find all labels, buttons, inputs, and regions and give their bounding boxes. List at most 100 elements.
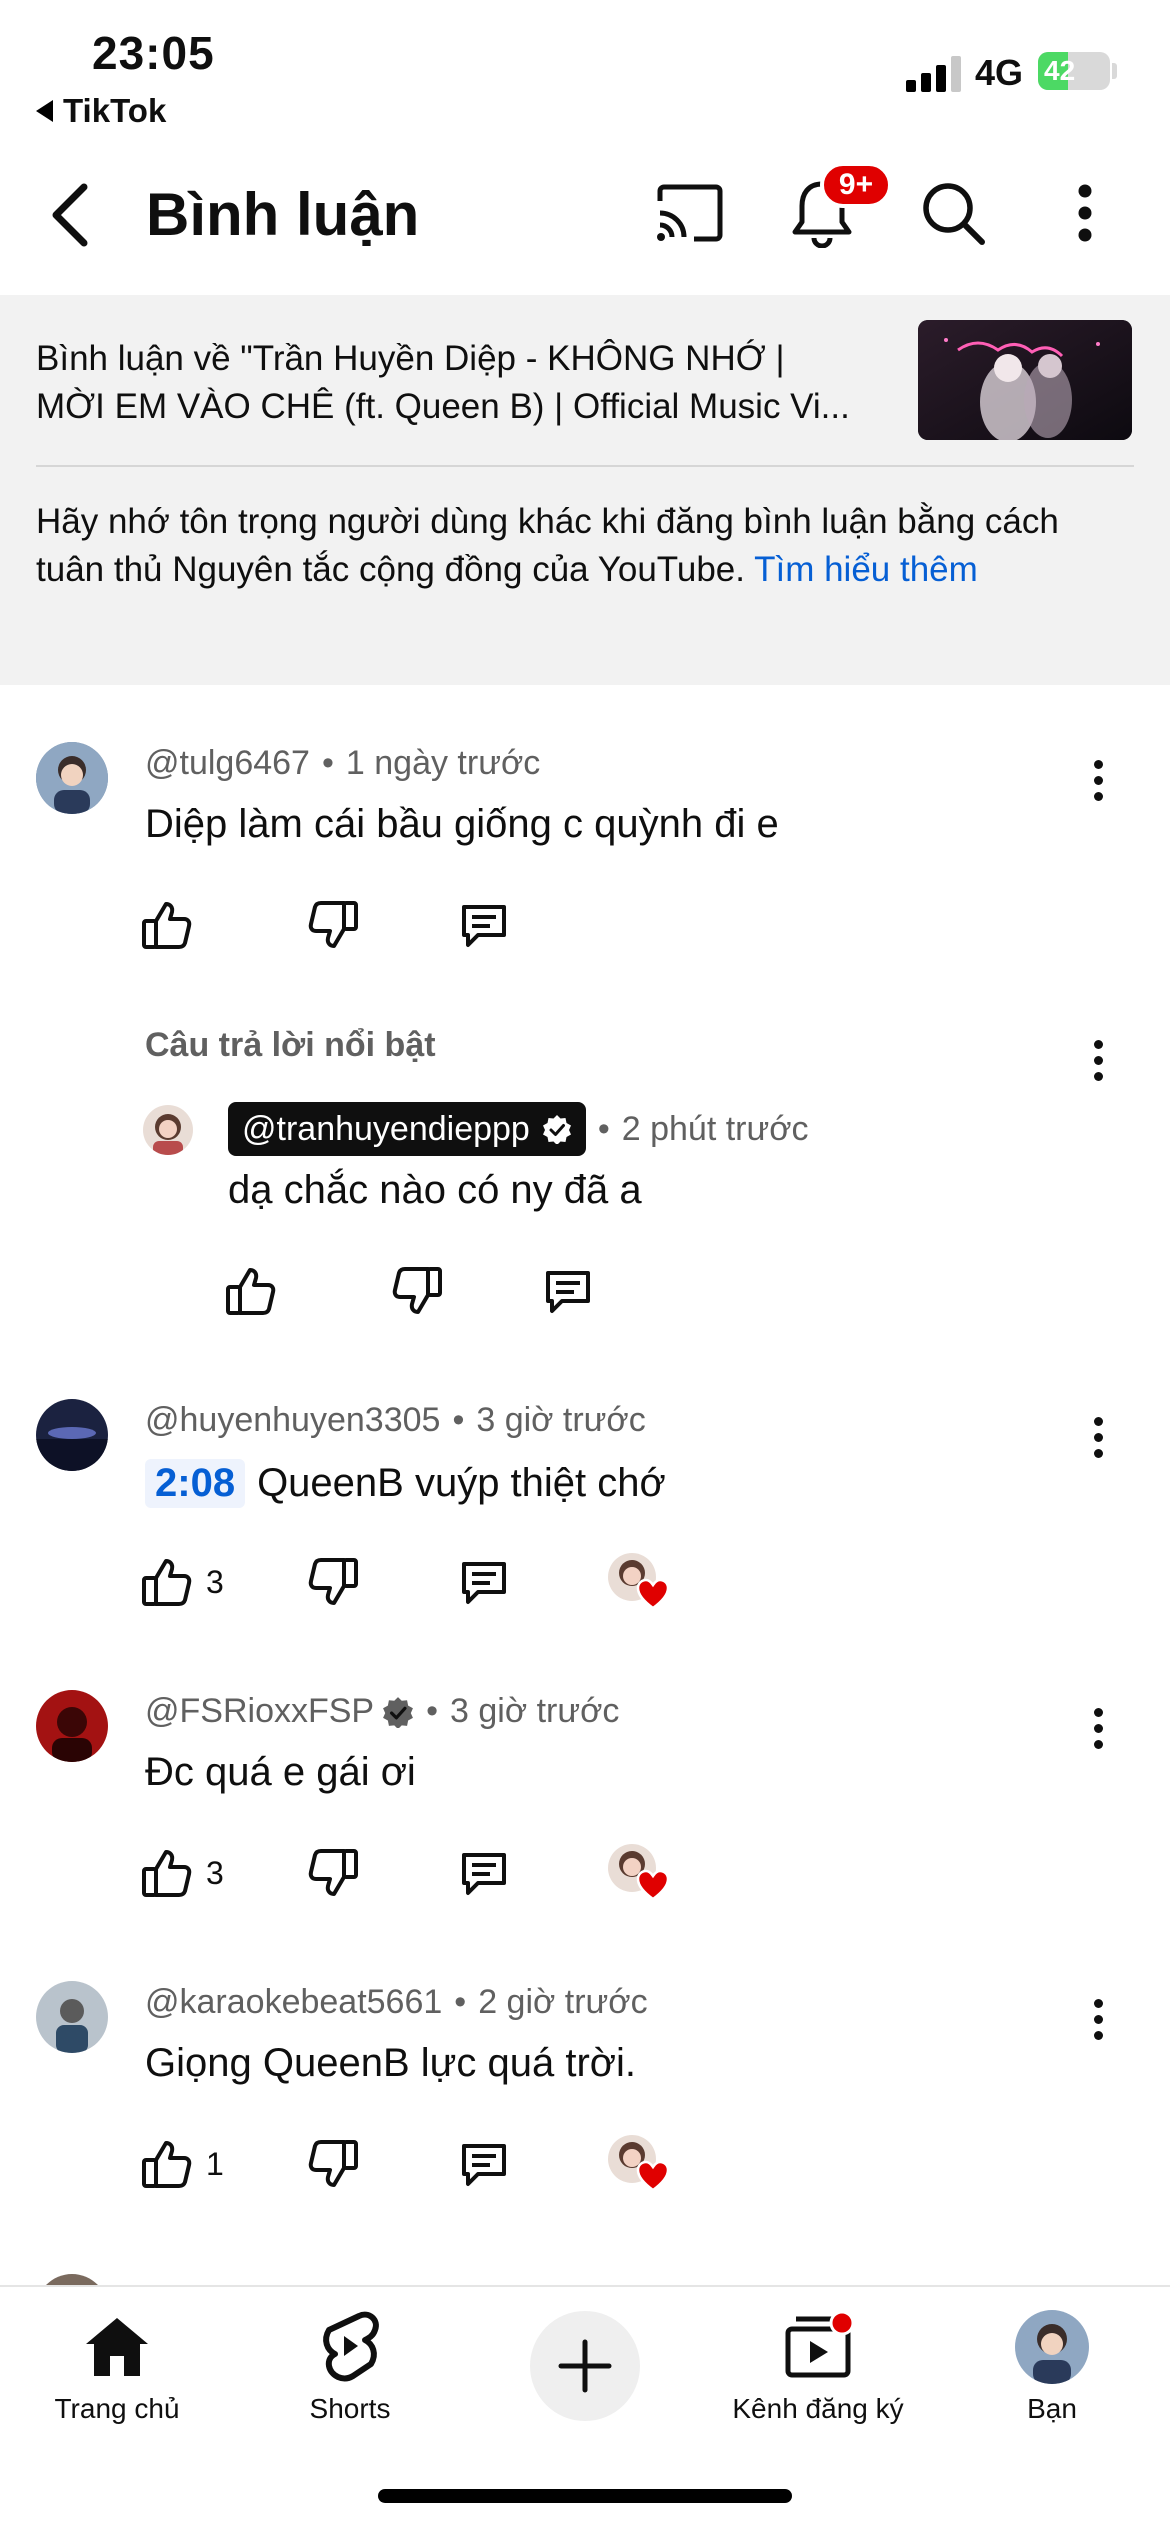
avatar-image xyxy=(36,1981,108,2053)
reply-icon xyxy=(458,1556,510,1608)
nav-shorts-label: Shorts xyxy=(309,2393,391,2424)
nav-home[interactable]: Trang chủ xyxy=(17,2307,217,2425)
comment-more-button[interactable] xyxy=(1080,1989,1116,2049)
video-timestamp-link[interactable]: 2:08 xyxy=(145,1459,246,1508)
reply-button[interactable] xyxy=(458,890,510,960)
comment-text-content: QueenB vuýp thiệt chớ xyxy=(257,1461,666,1505)
comment-thread: @karaokebeat5661 • 2 giờ trước Giọng Que… xyxy=(0,1979,1170,2199)
avatar[interactable] xyxy=(36,742,108,814)
reply-avatar[interactable] xyxy=(143,1105,193,1155)
reply-time: 2 phút trước xyxy=(621,1109,809,1148)
comment-time: 3 giờ trước xyxy=(476,1401,646,1439)
like-button[interactable]: 3 xyxy=(140,1547,224,1617)
dislike-button[interactable] xyxy=(308,2129,360,2199)
nav-you-label: Bạn xyxy=(1027,2393,1077,2424)
video-title-line-2: MỜI EM VÀO CHÊ (ft. Queen B) | Official … xyxy=(36,387,850,426)
battery-icon: 42 xyxy=(1038,52,1110,90)
reply-icon xyxy=(458,899,510,951)
reply-actions xyxy=(224,1256,924,1326)
nav-you[interactable]: Bạn xyxy=(952,2307,1152,2425)
comment-meta: @tulg6467 • 1 ngày trước xyxy=(145,744,541,783)
home-icon xyxy=(86,2318,148,2376)
avatar[interactable] xyxy=(36,1690,108,1762)
like-icon xyxy=(140,2138,192,2190)
comment-author[interactable]: @karaokebeat5661 xyxy=(145,1983,442,2022)
comment-meta: @huyenhuyen3305 • 3 giờ trước xyxy=(145,1401,646,1440)
battery-percent: 42 xyxy=(1044,55,1076,86)
comment-author[interactable]: @tulg6467 xyxy=(145,744,310,783)
reply-author: @tranhuyendieppp xyxy=(242,1109,530,1148)
creator-heart-badge xyxy=(608,1844,668,1904)
dislike-button[interactable] xyxy=(308,1838,360,1908)
reply-dislike-button[interactable] xyxy=(392,1256,444,1326)
back-app-label: TikTok xyxy=(63,92,167,129)
comment-actions: 1 xyxy=(140,2129,840,2199)
comment-more-button[interactable] xyxy=(1080,1698,1116,1758)
reply-reply-button[interactable] xyxy=(542,1256,594,1326)
comment-more-button[interactable] xyxy=(1080,1407,1116,1467)
learn-more-link[interactable]: Tìm hiểu thêm xyxy=(754,550,978,589)
comment-thread: @tulg6467 • 1 ngày trước Diệp làm cái bầ… xyxy=(0,740,1170,1300)
more-vert-icon xyxy=(1078,184,1092,242)
avatar[interactable] xyxy=(36,1981,108,2053)
comment-more-button[interactable] xyxy=(1080,750,1116,810)
dislike-icon xyxy=(308,1556,360,1608)
verified-icon xyxy=(542,1114,572,1144)
comment-meta: @karaokebeat5661 • 2 giờ trước xyxy=(145,1983,648,2022)
search-button[interactable] xyxy=(908,168,998,258)
like-button[interactable]: 1 xyxy=(140,2129,224,2199)
comment-text: Diệp làm cái bầu giống c quỳnh đi e xyxy=(145,802,779,846)
comment-time: 1 ngày trước xyxy=(345,744,541,782)
reply-button[interactable] xyxy=(458,1838,510,1908)
comment-actions: 3 xyxy=(140,1547,840,1617)
heart-icon xyxy=(636,1868,670,1902)
back-to-app-link[interactable]: TikTok xyxy=(36,92,166,130)
comment-text: 2:08 QueenB vuýp thiệt chớ xyxy=(145,1459,666,1508)
reply-meta: @tranhuyendieppp • 2 phút trước xyxy=(228,1102,809,1156)
comment-actions xyxy=(140,890,840,960)
creator-name-chip[interactable]: @tranhuyendieppp xyxy=(228,1102,586,1156)
dislike-button[interactable] xyxy=(308,890,360,960)
home-indicator[interactable] xyxy=(378,2489,792,2503)
comment-meta: @FSRioxxFSP • 3 giờ trước xyxy=(145,1692,620,1731)
dislike-icon xyxy=(308,1847,360,1899)
comment-author[interactable]: @huyenhuyen3305 xyxy=(145,1401,440,1440)
reply-icon xyxy=(542,1265,594,1317)
avatar-image xyxy=(36,1690,108,1762)
avatar[interactable] xyxy=(36,1399,108,1471)
dislike-icon xyxy=(308,899,360,951)
reply-icon xyxy=(458,1847,510,1899)
dislike-icon xyxy=(308,2138,360,2190)
nav-subscriptions[interactable]: Kênh đăng ký xyxy=(718,2307,918,2425)
like-icon xyxy=(140,1556,192,1608)
battery-tip xyxy=(1112,63,1117,79)
shorts-icon xyxy=(323,2311,379,2382)
dislike-button[interactable] xyxy=(308,1547,360,1617)
video-title-line-1: Bình luận về "Trần Huyền Diệp - KHÔNG NH… xyxy=(36,339,785,378)
nav-shorts[interactable]: Shorts xyxy=(250,2307,450,2425)
reply-icon xyxy=(458,2138,510,2190)
cast-button[interactable] xyxy=(645,168,735,258)
like-button[interactable]: 3 xyxy=(140,1838,224,1908)
back-button[interactable] xyxy=(40,170,100,260)
status-bar: 23:05 TikTok 4G 42 xyxy=(0,0,1170,140)
reply-more-button[interactable] xyxy=(1080,1030,1116,1090)
like-button[interactable] xyxy=(140,890,192,960)
avatar-image xyxy=(36,742,108,814)
reply-button[interactable] xyxy=(458,1547,510,1617)
cellular-signal-icon xyxy=(906,56,962,92)
reply-button[interactable] xyxy=(458,2129,510,2199)
comment-author[interactable]: @FSRioxxFSP xyxy=(145,1692,374,1731)
reply-like-button[interactable] xyxy=(224,1256,276,1326)
video-thumbnail[interactable] xyxy=(918,320,1132,440)
video-title[interactable]: Bình luận về "Trần Huyền Diệp - KHÔNG NH… xyxy=(36,335,906,431)
comment-time: 2 giờ trước xyxy=(478,1983,648,2021)
create-button[interactable] xyxy=(530,2311,640,2421)
reply-avatar-image xyxy=(143,1105,193,1155)
creator-heart-badge xyxy=(608,2135,668,2195)
more-options-button[interactable] xyxy=(1040,168,1130,258)
nav-subscriptions-label: Kênh đăng ký xyxy=(732,2393,904,2424)
video-info-panel: Bình luận về "Trần Huyền Diệp - KHÔNG NH… xyxy=(0,295,1170,685)
comment-text: Giọng QueenB lực quá trời. xyxy=(145,2041,637,2085)
back-triangle-icon xyxy=(36,100,53,122)
